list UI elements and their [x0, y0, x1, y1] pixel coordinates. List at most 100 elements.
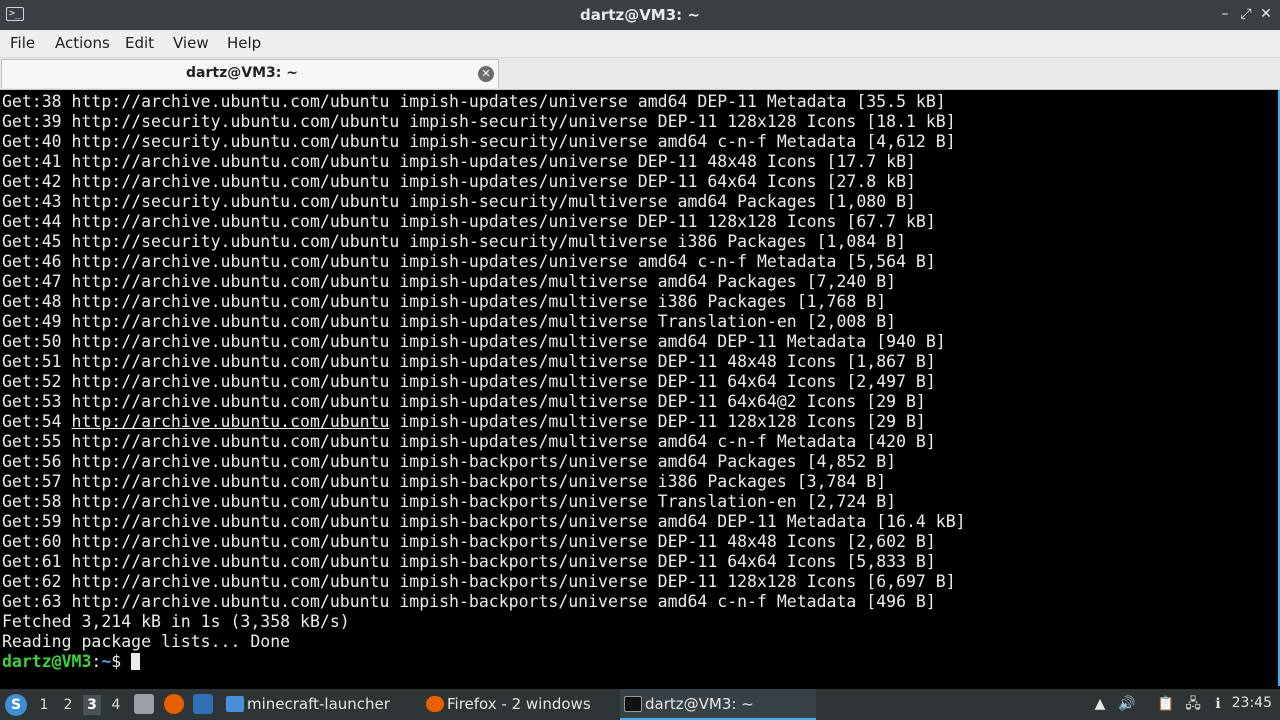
prompt-line[interactable]: dartz@VM3:~$ — [2, 652, 966, 672]
terminal-line: Get:51 http://archive.ubuntu.com/ubuntu … — [2, 352, 966, 372]
terminal-line-text: impish-updates/universe amd64 c-n-f Meta… — [389, 252, 936, 271]
terminal-line: Get:50 http://archive.ubuntu.com/ubuntu … — [2, 332, 966, 352]
terminal-url[interactable]: http://archive.ubuntu.com/ubuntu — [72, 312, 390, 331]
terminal-line-text: impish-updates/multiverse Translation-en… — [389, 312, 897, 331]
terminal-view[interactable]: Get:38 http://archive.ubuntu.com/ubuntu … — [0, 90, 1280, 686]
terminal-line-text: impish-backports/universe DEP-11 64x64 I… — [389, 552, 936, 571]
tray-up-arrow-icon[interactable]: ▲ — [1091, 695, 1109, 713]
terminal-url[interactable]: http://archive.ubuntu.com/ubuntu — [72, 412, 390, 431]
terminal-line-text: impish-backports/universe amd64 Packages… — [389, 452, 897, 471]
terminal-line: Get:54 http://archive.ubuntu.com/ubuntu … — [2, 412, 966, 432]
terminal-url[interactable]: http://archive.ubuntu.com/ubuntu — [72, 432, 390, 451]
workspace-4[interactable]: 4 — [107, 695, 125, 715]
file-manager-launcher-icon[interactable] — [134, 694, 154, 714]
terminal-url[interactable]: http://archive.ubuntu.com/ubuntu — [72, 392, 390, 411]
terminal-line-text: Get:38 — [2, 92, 72, 111]
volume-icon[interactable]: 🔊 — [1118, 695, 1136, 713]
clock[interactable]: 23:45 — [1232, 695, 1272, 711]
terminal-url[interactable]: http://archive.ubuntu.com/ubuntu — [72, 332, 390, 351]
terminal-url[interactable]: http://security.ubuntu.com/ubuntu — [72, 232, 400, 251]
terminal-line: Get:49 http://archive.ubuntu.com/ubuntu … — [2, 312, 966, 332]
terminal-url[interactable]: http://archive.ubuntu.com/ubuntu — [72, 272, 390, 291]
start-menu-icon[interactable]: S — [5, 694, 27, 716]
workspace-2[interactable]: 2 — [59, 695, 77, 715]
task-firefox[interactable]: Firefox - 2 windows — [422, 689, 617, 720]
menu-edit[interactable]: Edit — [125, 34, 154, 52]
menu-help[interactable]: Help — [227, 34, 261, 52]
terminal-url[interactable]: http://archive.ubuntu.com/ubuntu — [72, 172, 390, 191]
terminal-line: Get:41 http://archive.ubuntu.com/ubuntu … — [2, 152, 966, 172]
terminal-line-text: Get:61 — [2, 552, 72, 571]
menu-file[interactable]: File — [10, 34, 35, 52]
terminal-line: Reading package lists... Done — [2, 632, 966, 652]
minimize-icon[interactable]: – — [1216, 5, 1234, 23]
terminal-url[interactable]: http://archive.ubuntu.com/ubuntu — [72, 372, 390, 391]
terminal-line-text: impish-security/universe DEP-11 128x128 … — [399, 112, 956, 131]
window-titlebar[interactable]: >_ dartz@VM3: ~ – ⤢ ✕ — [0, 0, 1280, 30]
network-icon[interactable]: 🖧 — [1184, 695, 1202, 713]
terminal-url[interactable]: http://archive.ubuntu.com/ubuntu — [72, 552, 390, 571]
terminal-line-text: Get:54 — [2, 412, 72, 431]
text-cursor — [131, 653, 141, 670]
terminal-url[interactable]: http://archive.ubuntu.com/ubuntu — [72, 212, 390, 231]
window-title: dartz@VM3: ~ — [580, 6, 700, 24]
terminal-line-text: Get:60 — [2, 532, 72, 551]
close-icon[interactable]: ✕ — [1257, 5, 1275, 23]
terminal-line-text: impish-updates/multiverse DEP-11 128x128… — [389, 412, 926, 431]
terminal-line-text: impish-updates/multiverse amd64 Packages… — [389, 272, 897, 291]
terminal-line: Get:56 http://archive.ubuntu.com/ubuntu … — [2, 452, 966, 472]
clipboard-icon[interactable]: 📋 — [1157, 695, 1175, 713]
firefox-launcher-icon[interactable] — [164, 694, 184, 714]
menu-bar: File Actions Edit View Help — [0, 30, 1280, 58]
firefox-icon — [426, 696, 444, 712]
terminal-line: Get:63 http://archive.ubuntu.com/ubuntu … — [2, 592, 966, 612]
tab-terminal[interactable]: dartz@VM3: ~ ✕ — [1, 59, 499, 88]
terminal-url[interactable]: http://archive.ubuntu.com/ubuntu — [72, 572, 390, 591]
terminal-url[interactable]: http://security.ubuntu.com/ubuntu — [72, 132, 400, 151]
terminal-url[interactable]: http://archive.ubuntu.com/ubuntu — [72, 252, 390, 271]
terminal-line-text: impish-backports/universe DEP-11 48x48 I… — [389, 532, 936, 551]
terminal-line-text: Get:52 — [2, 372, 72, 391]
terminal-url[interactable]: http://security.ubuntu.com/ubuntu — [72, 192, 400, 211]
terminal-line-text: Get:55 — [2, 432, 72, 451]
terminal-line: Get:45 http://security.ubuntu.com/ubuntu… — [2, 232, 966, 252]
terminal-url[interactable]: http://archive.ubuntu.com/ubuntu — [72, 592, 390, 611]
menu-view[interactable]: View — [173, 34, 209, 52]
maximize-icon[interactable]: ⤢ — [1237, 5, 1255, 23]
terminal-url[interactable]: http://archive.ubuntu.com/ubuntu — [72, 452, 390, 471]
terminal-url[interactable]: http://archive.ubuntu.com/ubuntu — [72, 292, 390, 311]
prompt-symbol: $ — [111, 652, 132, 671]
terminal-line: Get:57 http://archive.ubuntu.com/ubuntu … — [2, 472, 966, 492]
terminal-line: Get:47 http://archive.ubuntu.com/ubuntu … — [2, 272, 966, 292]
terminal-line-text: impish-updates/universe DEP-11 128x128 I… — [389, 212, 936, 231]
terminal-url[interactable]: http://archive.ubuntu.com/ubuntu — [72, 92, 390, 111]
terminal-line-text: Get:42 — [2, 172, 72, 191]
terminal-line-text: Get:43 — [2, 192, 72, 211]
terminal-line-text: Get:41 — [2, 152, 72, 171]
desktop-launcher-icon[interactable] — [193, 694, 213, 714]
tab-bar: dartz@VM3: ~ ✕ — [0, 58, 1280, 90]
terminal-line-text: Get:62 — [2, 572, 72, 591]
menu-actions[interactable]: Actions — [55, 34, 110, 52]
terminal-url[interactable]: http://archive.ubuntu.com/ubuntu — [72, 512, 390, 531]
terminal-url[interactable]: http://archive.ubuntu.com/ubuntu — [72, 352, 390, 371]
updates-icon[interactable]: ℹ — [1209, 695, 1227, 713]
terminal-url[interactable]: http://archive.ubuntu.com/ubuntu — [72, 532, 390, 551]
terminal-url[interactable]: http://archive.ubuntu.com/ubuntu — [72, 152, 390, 171]
terminal-line-text: impish-updates/multiverse DEP-11 64x64@2… — [389, 392, 926, 411]
terminal-line: Fetched 3,214 kB in 1s (3,358 kB/s) — [2, 612, 966, 632]
terminal-line: Get:42 http://archive.ubuntu.com/ubuntu … — [2, 172, 966, 192]
terminal-url[interactable]: http://archive.ubuntu.com/ubuntu — [72, 492, 390, 511]
terminal-line: Get:62 http://archive.ubuntu.com/ubuntu … — [2, 572, 966, 592]
workspace-3[interactable]: 3 — [83, 695, 101, 715]
task-minecraft-launcher[interactable]: minecraft-launcher — [222, 689, 417, 720]
taskbar: S 1 2 3 4 minecraft-launcher Firefox - 2… — [0, 689, 1280, 720]
folder-icon — [226, 696, 244, 712]
terminal-url[interactable]: http://security.ubuntu.com/ubuntu — [72, 112, 400, 131]
task-terminal[interactable]: dartz@VM3: ~ — [620, 689, 816, 720]
terminal-line: Get:53 http://archive.ubuntu.com/ubuntu … — [2, 392, 966, 412]
terminal-url[interactable]: http://archive.ubuntu.com/ubuntu — [72, 472, 390, 491]
terminal-line: Get:38 http://archive.ubuntu.com/ubuntu … — [2, 92, 966, 112]
tab-close-icon[interactable]: ✕ — [478, 66, 494, 82]
workspace-1[interactable]: 1 — [35, 695, 53, 715]
